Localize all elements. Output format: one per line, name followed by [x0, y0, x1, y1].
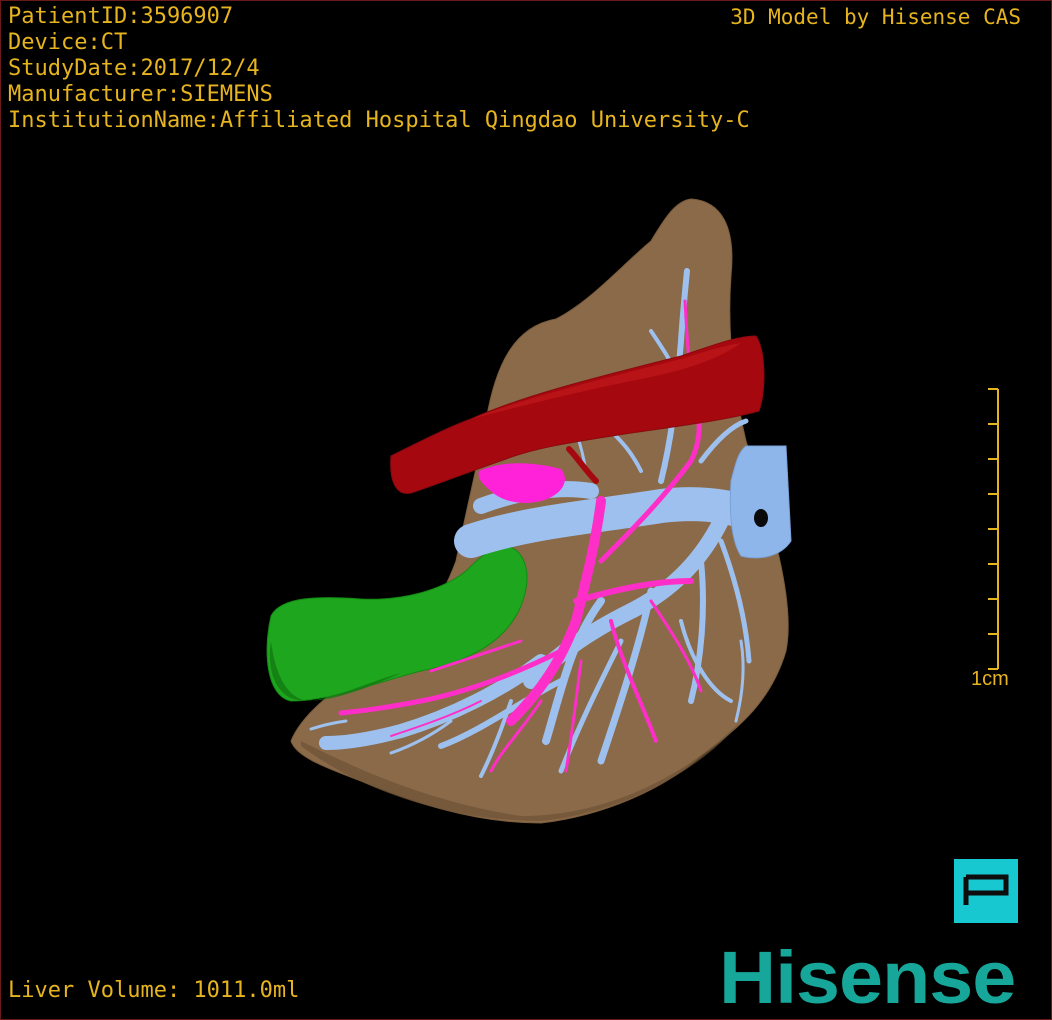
viewer-frame: PatientID:3596907 Device:CT StudyDate:20… [0, 0, 1052, 1020]
scale-bar-label: 1cm [971, 668, 1009, 690]
p-letter-icon [963, 874, 1009, 905]
portal-vein-lumen [754, 509, 768, 527]
device: Device:CT [8, 30, 128, 55]
patient-id: PatientID:3596907 [8, 4, 234, 29]
portal-vein-stump [729, 445, 792, 559]
manufacturer: Manufacturer:SIEMENS [8, 82, 273, 107]
hisense-logo: Hisense [719, 936, 1016, 1019]
model-credit: 3D Model by Hisense CAS [730, 5, 1021, 29]
3d-liver-model-viewport[interactable] [1, 1, 1052, 1020]
study-date: StudyDate:2017/12/4 [8, 56, 260, 81]
liver-volume: Liver Volume: 1011.0ml [8, 978, 300, 1003]
institution-name: InstitutionName:Affiliated Hospital Qing… [8, 108, 750, 133]
scale-bar [988, 388, 999, 670]
p-mode-button[interactable] [954, 859, 1018, 923]
